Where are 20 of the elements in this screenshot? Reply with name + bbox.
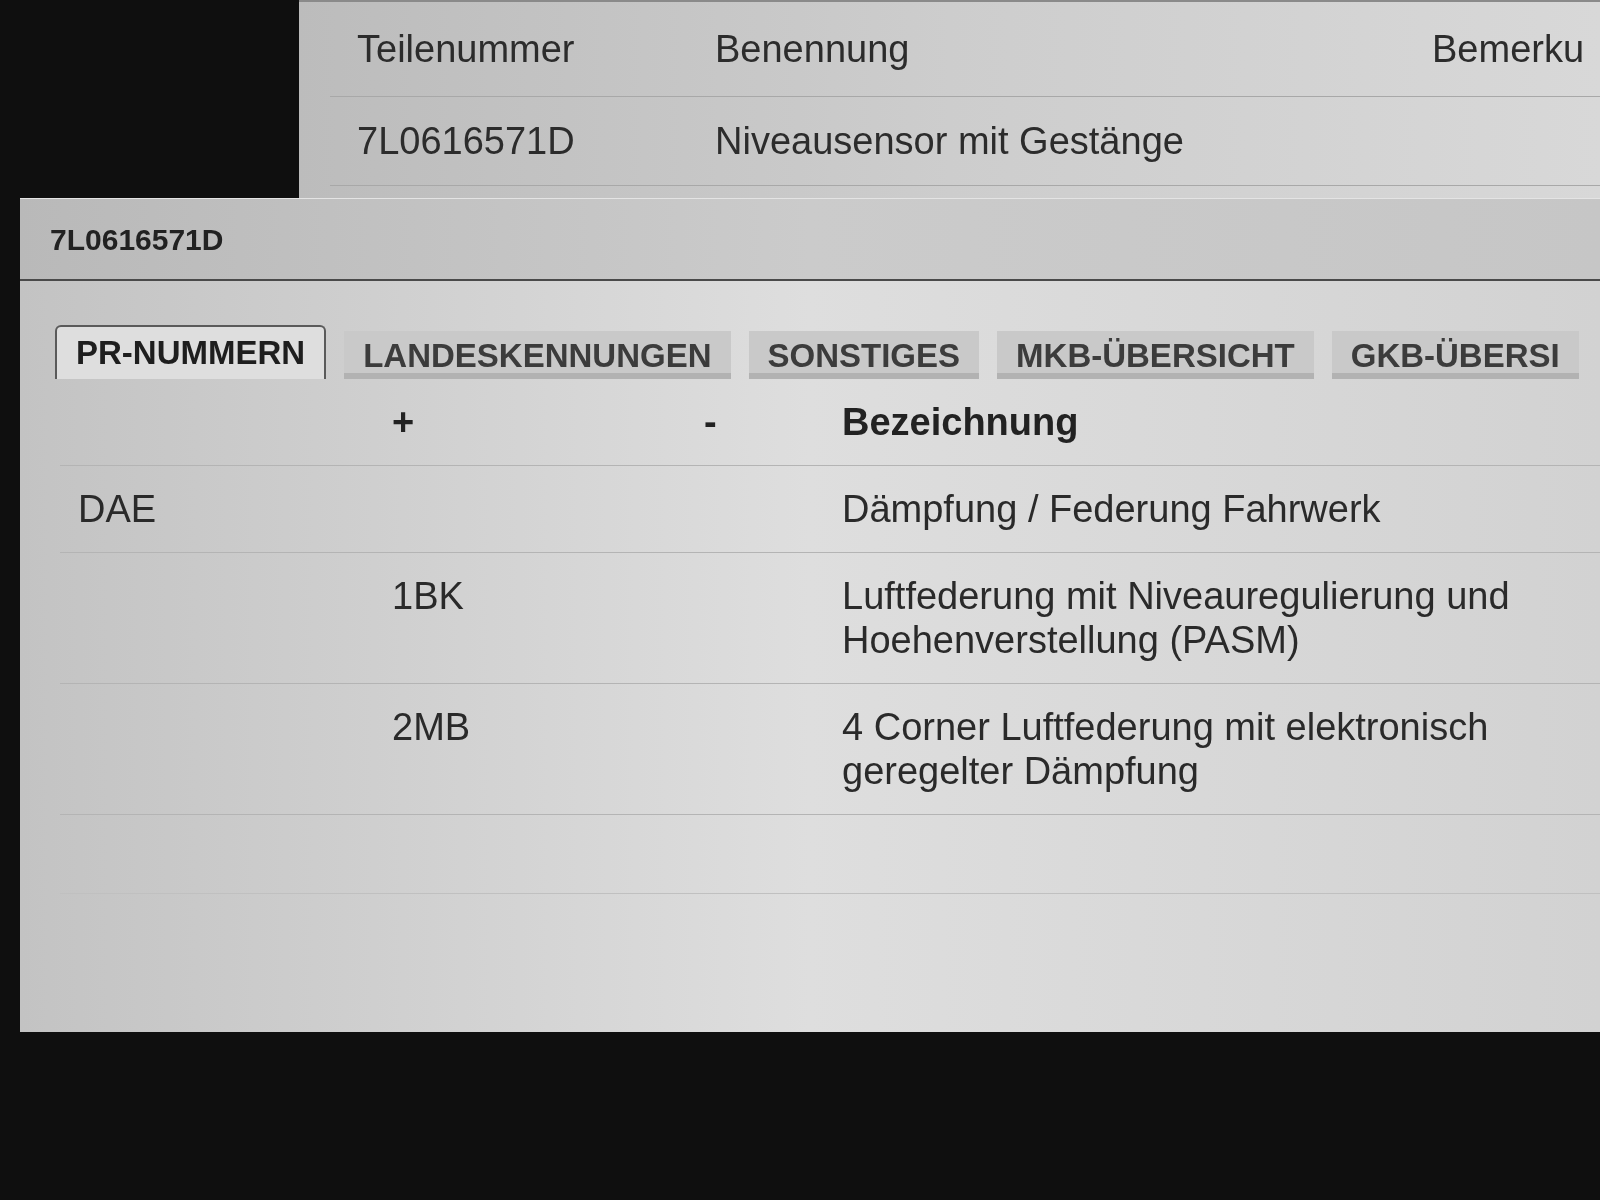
table-cell-text: Niveausensor mit Gestänge <box>715 118 1184 164</box>
column-header: Bemerku <box>1432 26 1585 72</box>
table-cell-text: Luftfederung mit Niveauregulierung und Hoehenverstellung (PASM) <box>842 574 1511 662</box>
table-cell: Dämpfung / Federung Fahrwerk <box>842 487 1381 531</box>
dialog-title: 7L0616571D <box>50 221 224 258</box>
tab[interactable]: PR-NUMMERN <box>55 325 327 379</box>
table-cell: DAE <box>78 487 157 531</box>
tab[interactable]: SONSTIGES <box>748 331 980 379</box>
table-cell-text: 7L0616571D <box>356 118 575 164</box>
column-header: Benennung <box>715 26 910 72</box>
column-header: + <box>392 400 415 444</box>
column-header: Bezeichnung <box>842 400 1079 444</box>
table-cell: 2MB <box>392 705 471 749</box>
tab[interactable]: LANDESKENNUNGEN <box>344 331 731 379</box>
table-cell-text: 4 Corner Luftfederung mit elektronisch geregelter Dämpfung <box>842 705 1490 793</box>
table-cell: 1BK <box>392 574 464 618</box>
tab[interactable]: GKB-ÜBERSI <box>1331 331 1579 379</box>
column-header: - <box>704 400 717 444</box>
column-header: Teilenummer <box>356 26 575 72</box>
tab[interactable]: MKB-ÜBERSICHT <box>997 331 1314 379</box>
